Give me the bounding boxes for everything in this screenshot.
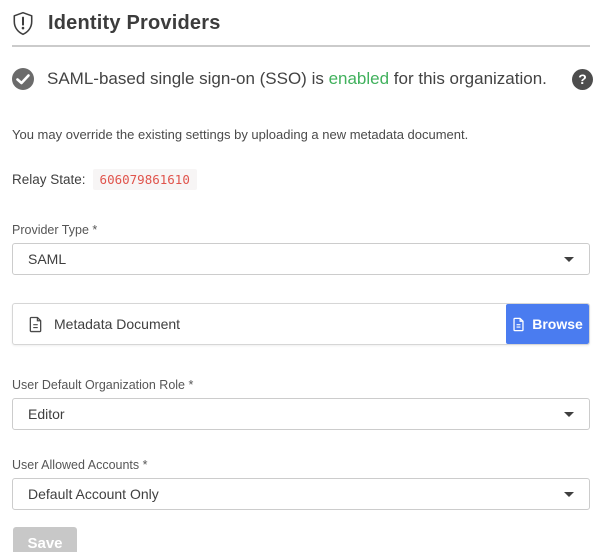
user-allowed-accounts-select[interactable]: Default Account Only: [12, 478, 590, 510]
browse-button-label: Browse: [532, 316, 583, 332]
relay-state-value: 606079861610: [93, 169, 197, 190]
status-suffix: for this organization.: [389, 69, 547, 88]
browse-button[interactable]: Browse: [506, 304, 589, 344]
header-divider: [12, 45, 590, 47]
sso-status-text: SAML-based single sign-on (SSO) is enabl…: [47, 69, 547, 89]
user-default-org-role-label: User Default Organization Role *: [12, 378, 590, 392]
sso-enabled-state: enabled: [329, 69, 390, 88]
relay-state-label: Relay State:: [12, 172, 86, 187]
help-icon[interactable]: ?: [572, 69, 593, 90]
sso-status-row: SAML-based single sign-on (SSO) is enabl…: [12, 68, 590, 90]
provider-type-value: SAML: [28, 251, 564, 267]
provider-type-label: Provider Type *: [12, 223, 590, 237]
shield-alert-icon: [12, 11, 34, 36]
status-prefix: SAML-based single sign-on (SSO) is: [47, 69, 329, 88]
provider-type-field: Provider Type * SAML: [12, 223, 590, 275]
upload-document-icon: [512, 317, 525, 332]
metadata-file-input[interactable]: Metadata Document Browse: [12, 303, 590, 345]
metadata-placeholder: Metadata Document: [54, 316, 180, 332]
chevron-down-icon: [564, 412, 574, 417]
document-icon: [28, 316, 43, 333]
user-allowed-accounts-field: User Allowed Accounts * Default Account …: [12, 458, 590, 510]
provider-type-select[interactable]: SAML: [12, 243, 590, 275]
page-header: Identity Providers: [12, 11, 590, 36]
check-circle-icon: [12, 68, 34, 90]
user-allowed-accounts-value: Default Account Only: [28, 486, 564, 502]
chevron-down-icon: [564, 492, 574, 497]
user-default-org-role-field: User Default Organization Role * Editor: [12, 378, 590, 430]
user-default-org-role-select[interactable]: Editor: [12, 398, 590, 430]
identity-providers-panel: Identity Providers SAML-based single sig…: [0, 0, 600, 552]
chevron-down-icon: [564, 257, 574, 262]
user-allowed-accounts-label: User Allowed Accounts *: [12, 458, 590, 472]
page-title: Identity Providers: [48, 12, 221, 35]
user-default-org-role-value: Editor: [28, 406, 564, 422]
override-note: You may override the existing settings b…: [12, 127, 590, 142]
relay-state-row: Relay State: 606079861610: [12, 169, 590, 190]
save-button[interactable]: Save: [13, 527, 77, 552]
